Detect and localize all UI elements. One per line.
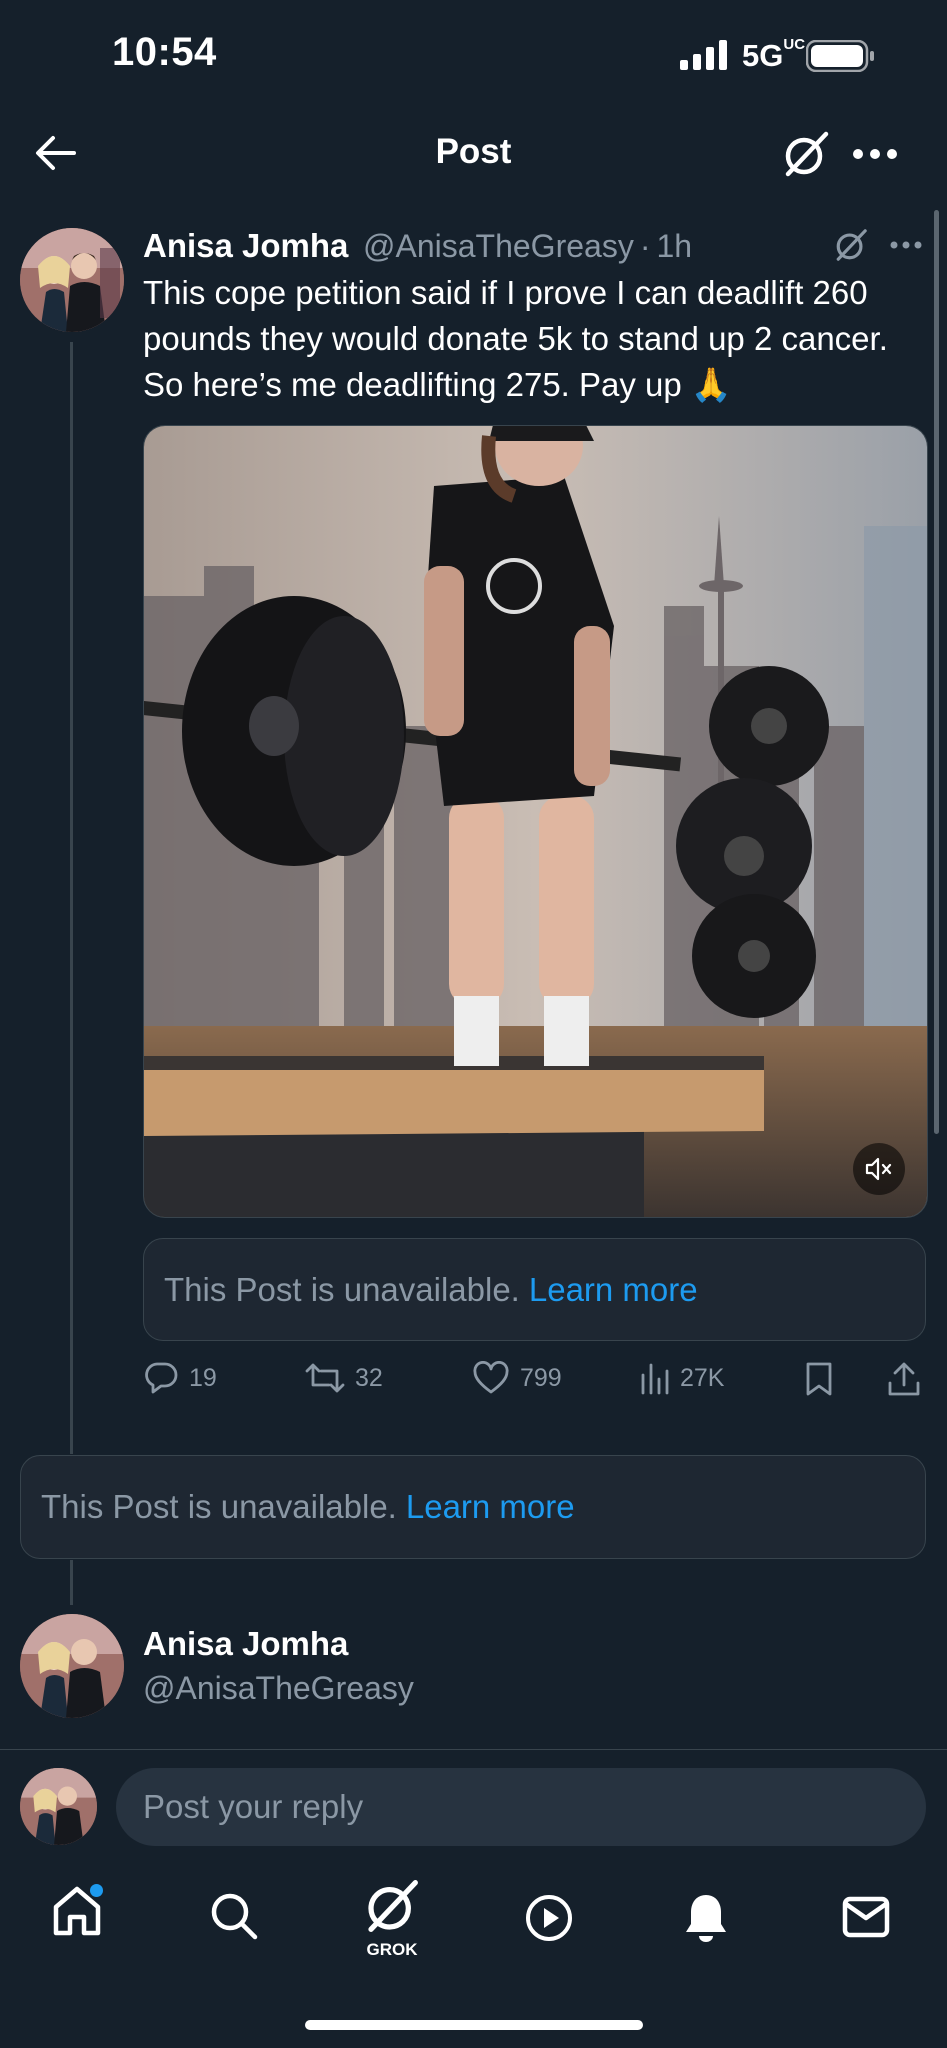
reply-author-handle[interactable]: @AnisaTheGreasy	[143, 1670, 414, 1707]
nav-search[interactable]	[210, 1892, 258, 1940]
bookmark-button[interactable]	[804, 1361, 834, 1397]
post-time: 1h	[656, 228, 693, 264]
unavailable-text: This Post is unavailable.	[41, 1488, 397, 1525]
divider	[0, 1749, 947, 1750]
bell-icon	[686, 1895, 726, 1942]
my-avatar[interactable]	[20, 1768, 97, 1845]
views-count: 27K	[680, 1363, 725, 1392]
reply-icon	[145, 1362, 178, 1394]
scrollbar[interactable]	[934, 210, 939, 1134]
repost-count: 32	[355, 1363, 383, 1392]
unavailable-text: This Post is unavailable.	[164, 1270, 520, 1308]
grok-icon	[368, 1880, 418, 1932]
mail-icon	[842, 1896, 890, 1938]
reply-input[interactable]: Post your reply	[116, 1768, 926, 1846]
signal-icon	[680, 40, 732, 70]
views-button[interactable]: 27K	[640, 1361, 724, 1395]
repost-button[interactable]: 32	[305, 1361, 383, 1395]
like-count: 799	[520, 1363, 562, 1392]
thread-line	[70, 1560, 73, 1605]
like-button[interactable]: 799	[472, 1361, 562, 1395]
notification-dot	[90, 1884, 103, 1897]
nav-messages[interactable]	[842, 1896, 890, 1938]
thread-line	[70, 342, 73, 1454]
learn-more-link[interactable]: Learn more	[529, 1271, 698, 1309]
author-handle[interactable]: @AnisaTheGreasy · 1h	[363, 228, 692, 265]
more-options-icon[interactable]	[852, 148, 898, 160]
network-type: 5GUC	[742, 36, 806, 73]
share-button[interactable]	[887, 1361, 921, 1397]
author-avatar[interactable]	[20, 228, 124, 332]
learn-more-link[interactable]: Learn more	[406, 1488, 575, 1526]
post-text: This cope petition said if I prove I can…	[143, 274, 888, 403]
quoted-post-unavailable: This Post is unavailable. Learn more	[143, 1238, 926, 1341]
repost-icon	[305, 1363, 345, 1393]
nav-grok[interactable]	[364, 1878, 420, 1934]
views-icon	[641, 1363, 669, 1395]
reply-author-name[interactable]: Anisa Jomha	[143, 1625, 348, 1663]
nav-video[interactable]	[525, 1894, 573, 1942]
heart-icon	[473, 1361, 509, 1394]
reply-post-unavailable: This Post is unavailable. Learn more	[20, 1455, 926, 1559]
separator-dot: ·	[639, 228, 651, 264]
grok-icon[interactable]	[782, 130, 830, 178]
mute-icon[interactable]	[853, 1143, 905, 1195]
post-more-icon[interactable]	[890, 240, 922, 250]
author-name[interactable]: Anisa Jomha	[143, 227, 348, 265]
grok-post-icon[interactable]	[834, 228, 868, 262]
nav-notifications[interactable]	[683, 1892, 729, 1942]
bookmark-icon	[806, 1362, 832, 1396]
search-icon	[211, 1893, 258, 1940]
reply-author-avatar[interactable]	[20, 1614, 124, 1718]
status-time: 10:54	[112, 30, 217, 74]
share-icon	[888, 1362, 920, 1396]
reply-count: 19	[189, 1363, 217, 1392]
home-indicator[interactable]	[305, 2020, 643, 2030]
post-video[interactable]	[143, 425, 928, 1218]
grok-label: GROK	[366, 1940, 418, 1959]
play-icon	[526, 1895, 572, 1941]
battery-icon	[806, 40, 876, 72]
reply-button[interactable]: 19	[143, 1361, 217, 1395]
